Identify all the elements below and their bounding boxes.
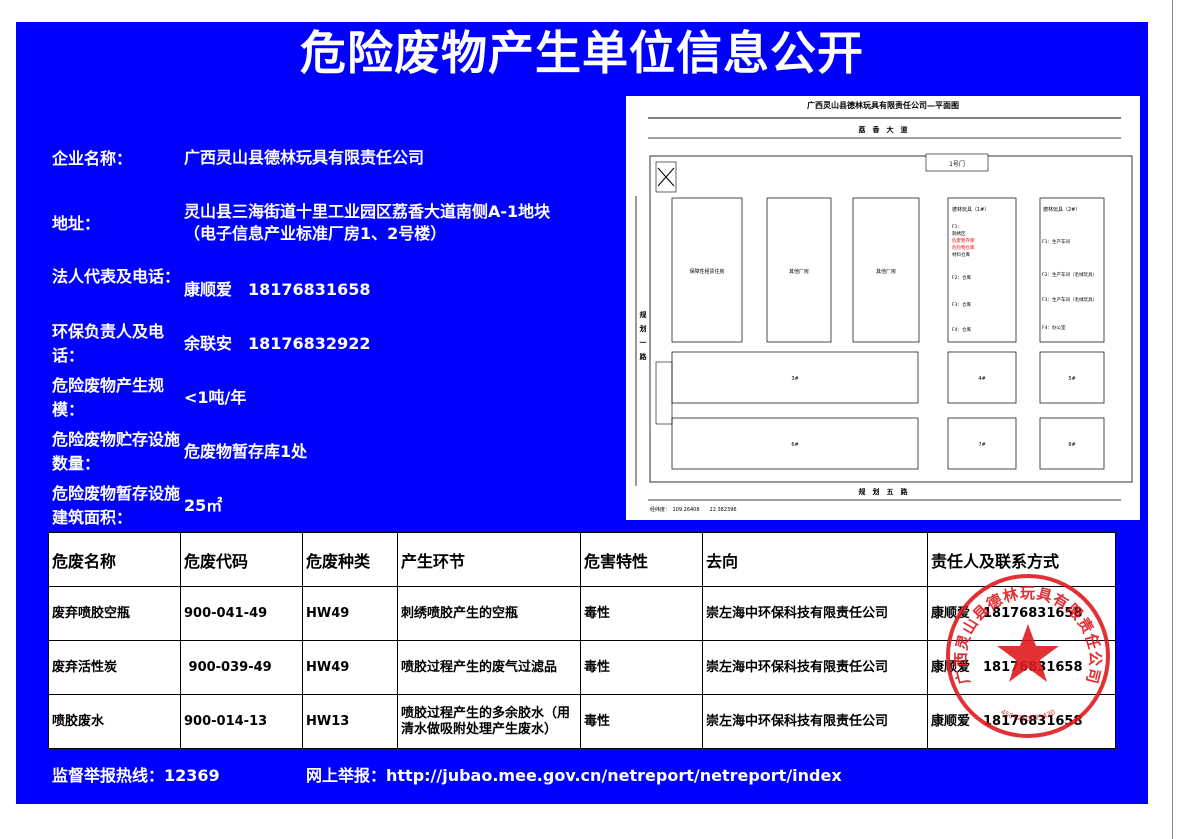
plan-b5-line: F4：办公室: [1042, 324, 1066, 331]
plan-gate: 1号门: [949, 160, 965, 168]
plan-b4-line: F1：: [952, 224, 962, 230]
waste-scale-label: 危险废物产生规模：: [52, 376, 165, 419]
table-cell: 废弃喷胶空瓶: [48, 586, 181, 641]
table-cell: 喷胶过程产生的废气过滤品: [397, 640, 581, 695]
plan-building-4-title: 德林玩具（1#）: [952, 206, 989, 213]
plan-b5-line: F2：生产车间（毛绒玩具）: [1042, 271, 1097, 278]
company-seal-drawing: 广西灵山县德林玩具有限责任公司 4507210025430: [946, 574, 1110, 738]
board-title: 危险废物产生单位信息公开: [300, 26, 864, 80]
plan-b5-line: F3：生产车间（毛绒玩具）: [1042, 296, 1097, 303]
address-line-2: （电子信息产业标准厂房1、2号楼）: [184, 224, 447, 243]
plan-b4-hazard-line: 危险物仓库: [952, 244, 975, 251]
table-header: 去向: [702, 532, 928, 587]
table-cell: 崇左海中环保科技有限责任公司: [702, 640, 928, 695]
seal-code: 4507210025430: [999, 708, 1057, 723]
plan-block: 5#: [1068, 376, 1075, 382]
table-cell: 崇左海中环保科技有限责任公司: [702, 694, 928, 749]
plan-b4-line: 材料仓库: [952, 251, 970, 258]
table-cell: 毒性: [580, 586, 703, 641]
site-plan: 广西灵山县德林玩具有限责任公司—平面图 荔 香 大 道 规 划 五 路 规 划 …: [626, 96, 1140, 520]
plan-road-top: 荔 香 大 道: [858, 125, 908, 134]
online-report-link[interactable]: 网上举报：http://jubao.mee.gov.cn/netreport/n…: [306, 764, 842, 788]
address-label: 地址：: [52, 214, 101, 233]
report-hotline: 监督举报热线：12369: [52, 766, 220, 785]
site-plan-drawing: 广西灵山县德林玩具有限责任公司—平面图 荔 香 大 道 规 划 五 路 规 划 …: [626, 96, 1140, 520]
plan-block: 8#: [1068, 442, 1075, 448]
env-contact-value: 余联安 18176832922: [184, 334, 371, 353]
plan-building-5-title: 德林玩具（2#）: [1043, 206, 1080, 213]
storage-count-value: 危废物暂存库1处: [184, 442, 308, 461]
company-seal: 广西灵山县德林玩具有限责任公司 4507210025430: [944, 572, 1112, 740]
plan-title: 广西灵山县德林玩具有限责任公司—平面图: [807, 100, 959, 110]
plan-building-3: 其他厂房: [876, 268, 896, 275]
table-header: 产生环节: [397, 532, 581, 587]
plan-b4-line: F2：仓库: [952, 274, 971, 281]
company-name-label: 企业名称：: [52, 149, 133, 168]
table-header: 危废名称: [48, 532, 181, 587]
plan-b4-hazard-store: 危废暂存库: [952, 237, 975, 244]
plan-road-bottom: 规 划 五 路: [859, 487, 909, 496]
plan-b4-line: F4：仓库: [952, 326, 971, 333]
table-cell: 毒性: [580, 694, 703, 749]
storage-area-value: 25㎡: [184, 496, 223, 515]
table-cell: 崇左海中环保科技有限责任公司: [702, 586, 928, 641]
env-contact-label: 环保负责人及电话：: [52, 322, 165, 365]
plan-block: 3#: [791, 376, 798, 382]
table-cell: HW49: [302, 586, 398, 641]
plan-b5-line: F1：生产车间: [1042, 238, 1070, 245]
table-cell: 900-039-49: [180, 640, 303, 695]
company-name-value: 广西灵山县德林玩具有限责任公司: [184, 148, 425, 167]
legal-rep-label: 法人代表及电话：: [52, 267, 181, 286]
seal-star-icon: [997, 624, 1059, 682]
table-cell: 喷胶过程产生的多余胶水（用清水做吸附处理产生废水）: [397, 694, 581, 749]
table-cell: 900-014-13: [180, 694, 303, 749]
plan-road-left: 规 划 一 路: [639, 310, 648, 361]
plan-block: 6#: [791, 442, 798, 448]
table-cell: 刺绣喷胶产生的空瓶: [397, 586, 581, 641]
table-cell: HW49: [302, 640, 398, 695]
legal-rep-value: 康顺爱 18176831658: [184, 280, 371, 299]
table-header: 危废种类: [302, 532, 398, 587]
plan-coords: 经纬度： 109.26408 22.382396: [650, 506, 737, 513]
waste-scale-value: <1吨/年: [184, 388, 247, 407]
table-cell: 毒性: [580, 640, 703, 695]
plan-block: 7#: [978, 442, 985, 448]
plan-b4-line: F3：仓库: [952, 301, 971, 308]
table-header: 危害特性: [580, 532, 703, 587]
table-header: 危废代码: [180, 532, 303, 587]
address-value: 灵山县三海街道十里工业园区荔香大道南侧A-1地块 （电子信息产业标准厂房1、2号…: [184, 201, 604, 245]
table-cell: 废弃活性炭: [48, 640, 181, 695]
table-cell: 900-041-49: [180, 586, 303, 641]
plan-b4-line: 刺绣区: [952, 230, 966, 237]
table-cell: 喷胶废水: [48, 694, 181, 749]
page-edge-line: [1172, 0, 1173, 839]
plan-block: 4#: [978, 376, 985, 382]
table-cell: HW13: [302, 694, 398, 749]
plan-building-2: 其他厂房: [789, 268, 809, 275]
address-line-1: 灵山县三海街道十里工业园区荔香大道南侧A-1地块: [184, 202, 551, 221]
plan-building-1: 保障性租赁住房: [689, 268, 724, 275]
storage-area-label: 危险废物暂存设施建筑面积：: [52, 484, 181, 527]
storage-count-label: 危险废物贮存设施数量：: [52, 430, 181, 473]
svg-text:4507210025430: 4507210025430: [999, 708, 1057, 723]
